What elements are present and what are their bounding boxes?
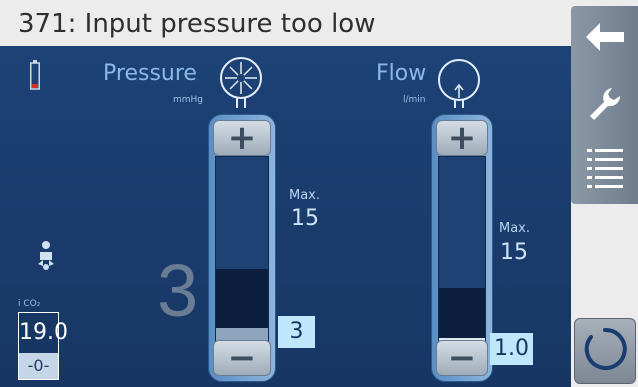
- co2-value: 19.0: [19, 313, 68, 353]
- pressure-sensor-icon: [217, 56, 267, 112]
- pressure-slider[interactable]: + −: [208, 114, 276, 382]
- wrench-icon: [586, 84, 624, 126]
- co2-label: i CO₂: [18, 299, 41, 309]
- title-bar: 371: Input pressure too low: [0, 0, 638, 46]
- flow-set-value[interactable]: 1.0: [490, 333, 533, 365]
- right-sidebar: [571, 0, 638, 387]
- sidebar-menu-group: [571, 6, 638, 204]
- flow-slider[interactable]: + −: [431, 114, 493, 382]
- flow-sensor-icon: [435, 58, 483, 112]
- menu-list-icon: [586, 149, 623, 193]
- co2-display: 19.0 -0-: [18, 312, 68, 380]
- settings-button[interactable]: [571, 72, 638, 138]
- power-button[interactable]: [574, 318, 636, 384]
- menu-button[interactable]: [571, 138, 638, 204]
- pressure-current-value: 3: [157, 249, 199, 332]
- flow-fill: [439, 287, 485, 344]
- flow-increase-button[interactable]: +: [436, 120, 488, 156]
- flow-max-label: Max.: [499, 221, 531, 236]
- battery-icon: [30, 60, 40, 90]
- co2-sub-value: -0-: [19, 353, 58, 379]
- flow-track: [438, 156, 486, 345]
- flow-label: Flow: [376, 61, 427, 86]
- pressure-max-value: 15: [291, 206, 319, 231]
- flow-decrease-button[interactable]: −: [436, 340, 488, 376]
- alarm-title: 371: Input pressure too low: [18, 9, 376, 39]
- pressure-set-value[interactable]: 3: [278, 316, 315, 348]
- flow-max-value: 15: [500, 240, 528, 265]
- power-icon: [583, 327, 627, 375]
- pressure-unit: mmHg: [173, 95, 204, 105]
- pressure-increase-button[interactable]: +: [213, 120, 271, 156]
- back-arrow-icon: [585, 23, 624, 55]
- pressure-label: Pressure: [103, 61, 197, 86]
- pressure-track: [215, 156, 269, 345]
- flow-unit: l/min: [403, 95, 426, 105]
- infant-icon: [36, 240, 56, 278]
- pressure-max-label: Max.: [289, 188, 321, 203]
- back-button[interactable]: [571, 6, 638, 72]
- pressure-decrease-button[interactable]: −: [213, 340, 271, 376]
